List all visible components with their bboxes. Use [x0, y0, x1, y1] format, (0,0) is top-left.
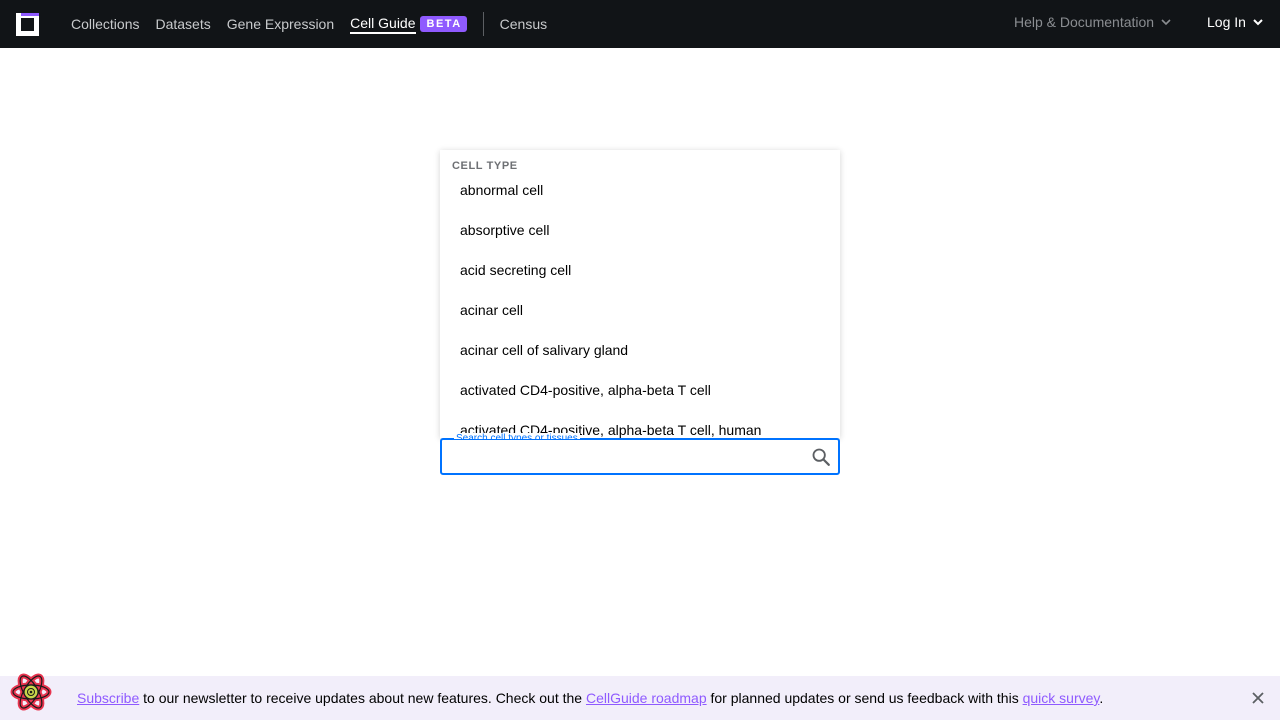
beta-badge: BETA: [419, 16, 467, 32]
dropdown-option[interactable]: abnormal cell: [440, 170, 840, 210]
dropdown-option[interactable]: acinar cell: [440, 290, 840, 330]
search-icon[interactable]: [810, 446, 832, 468]
dropdown-option[interactable]: acinar cell of salivary gland: [440, 330, 840, 370]
nav-link-cell-guide[interactable]: Cell Guide: [350, 14, 416, 34]
help-documentation-menu[interactable]: Help & Documentation: [1014, 14, 1172, 30]
dropdown-option[interactable]: acid secreting cell: [440, 250, 840, 290]
nav-link-census[interactable]: Census: [500, 14, 547, 34]
roadmap-link[interactable]: CellGuide roadmap: [586, 690, 707, 706]
nav-link-collections[interactable]: Collections: [71, 14, 139, 34]
nav-link-datasets[interactable]: Datasets: [155, 14, 210, 34]
newsletter-banner: Subscribe to our newsletter to receive u…: [0, 673, 1280, 720]
search-input[interactable]: [452, 446, 802, 468]
login-menu[interactable]: Log In: [1207, 14, 1264, 30]
cellguide-logo-icon: [10, 673, 52, 711]
nav-links: Collections Datasets Gene Expression Cel…: [71, 0, 563, 48]
cellxgene-logo-icon[interactable]: [16, 13, 39, 36]
banner-text-part: for planned updates or send us feedback …: [706, 690, 1023, 706]
nav-divider: [482, 12, 484, 36]
survey-link[interactable]: quick survey: [1023, 690, 1100, 706]
search-field-label: Search cell types or tissues: [454, 433, 580, 439]
login-label: Log In: [1207, 14, 1246, 30]
chevron-down-icon: [1253, 19, 1263, 26]
banner-message: Subscribe to our newsletter to receive u…: [77, 689, 1103, 707]
dropdown-option[interactable]: absorptive cell: [440, 210, 840, 250]
search-field: Search cell types or tissues: [440, 433, 840, 475]
subscribe-link[interactable]: Subscribe: [77, 690, 139, 706]
chevron-down-icon: [1161, 19, 1171, 26]
close-icon[interactable]: [1250, 690, 1266, 706]
search-results-dropdown: CELL TYPE abnormal cell absorptive cell …: [440, 150, 840, 438]
banner-text-part: .: [1099, 690, 1104, 706]
banner-text-part: to our newsletter to receive updates abo…: [139, 690, 586, 706]
nav-link-gene-expression[interactable]: Gene Expression: [227, 14, 334, 34]
help-menu-label: Help & Documentation: [1014, 14, 1155, 30]
dropdown-option[interactable]: activated CD4-positive, alpha-beta T cel…: [440, 370, 840, 410]
top-navigation-bar: Collections Datasets Gene Expression Cel…: [0, 0, 1280, 48]
